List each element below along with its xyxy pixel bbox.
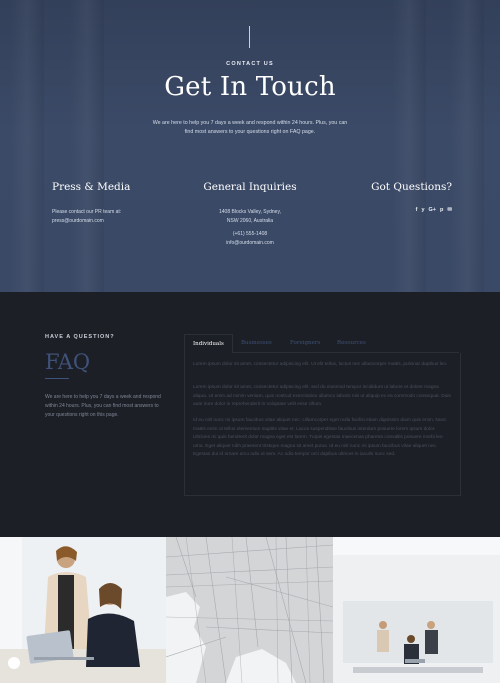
faq-eyebrow: HAVE A QUESTION? [45, 334, 115, 340]
questions-title: Got Questions? [371, 181, 452, 193]
page-title: Get In Touch [164, 72, 336, 102]
contact-hero: CONTACT US Get In Touch We are here to h… [0, 0, 500, 292]
faq-paragraph: Lorem ipsum dolor sit amet, consectetur … [193, 362, 448, 367]
general-title: General Inquiries [203, 181, 297, 193]
press-text: Please contact our PR team at: [52, 209, 122, 215]
photo-strip [0, 537, 500, 683]
google-plus-icon[interactable]: G+ [429, 207, 437, 213]
social-links: f y G+ p ✉ [370, 207, 452, 213]
address-line-1: 1408 Blocks Valley, Sydney, [219, 209, 281, 215]
info-email-link[interactable]: info@ourdomain.com [180, 239, 320, 248]
general-inquiries-block: General Inquiries 1408 Blocks Valley, Sy… [180, 181, 320, 248]
meeting-photo [333, 537, 500, 683]
tab-businesses[interactable]: Businesses [241, 334, 272, 352]
tab-panel: Lorem ipsum dolor sit amet, consectetur … [184, 353, 461, 496]
faq-section: HAVE A QUESTION? FAQ We are here to help… [0, 292, 500, 537]
faq-tabs: Individuals Businesses Foreigners Resour… [184, 334, 461, 496]
map-photo [166, 537, 333, 683]
got-questions-block: Got Questions? f y G+ p ✉ [370, 181, 452, 213]
faq-intro-text: We are here to help you 7 days a week an… [45, 394, 161, 418]
faq-paragraph: Lorem ipsum dolor sit amet, consectetur … [193, 385, 451, 407]
faq-intro: HAVE A QUESTION? FAQ We are here to help… [45, 334, 165, 420]
background-column [10, 0, 44, 292]
background-column [392, 0, 426, 292]
press-media-block: Press & Media Please contact our PR team… [52, 181, 130, 226]
faq-title-underline [45, 378, 69, 379]
background-column [70, 0, 104, 292]
press-email-link[interactable]: press@ourdomain.com [52, 217, 130, 226]
phone-link[interactable]: (+61) 555-1408 [180, 230, 320, 239]
faq-title: FAQ [45, 350, 91, 374]
pinterest-icon[interactable]: p [440, 207, 443, 213]
team-photo [0, 537, 166, 683]
email-icon[interactable]: ✉ [447, 207, 452, 213]
tab-resources[interactable]: Resources [337, 334, 366, 352]
background-column [450, 0, 484, 292]
tab-individuals[interactable]: Individuals [184, 334, 233, 353]
hero-intro-text: We are here to help you 7 days a week an… [152, 120, 348, 135]
vertical-divider [249, 26, 250, 48]
contact-eyebrow: CONTACT US [226, 61, 274, 67]
tab-bar: Individuals Businesses Foreigners Resour… [184, 334, 459, 353]
twitter-icon[interactable]: y [421, 207, 424, 213]
facebook-icon[interactable]: f [416, 207, 418, 213]
address-line-2: NSW 2060, Australia [226, 218, 274, 224]
tab-foreigners[interactable]: Foreigners [290, 334, 320, 352]
press-title: Press & Media [52, 181, 131, 193]
faq-paragraph: Id eu nisl nunc mi ipsum faucibus vitae … [193, 418, 447, 457]
